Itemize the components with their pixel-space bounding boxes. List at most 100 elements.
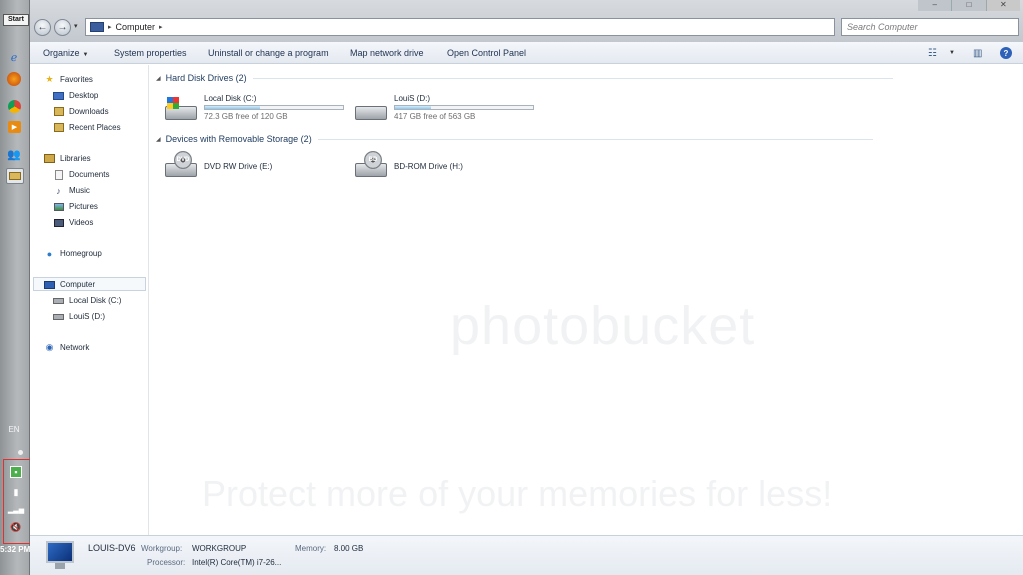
local-disk-icon (53, 296, 64, 306)
videos-icon (53, 218, 64, 228)
signal-icon[interactable]: ▂▃▅ (8, 504, 24, 516)
drive-louis-d[interactable]: LouiS (D:) 417 GB free of 563 GB (354, 94, 534, 130)
computer-icon (44, 280, 55, 290)
watermark: photobucket (450, 296, 756, 356)
nav-label: Local Disk (C:) (69, 296, 122, 305)
taskbar: Start ℯ ▶ 👥 EN ▪ ▮ ▂▃▅ 🔇 5:32 PM (0, 0, 33, 575)
nav-label: Desktop (69, 91, 99, 100)
show-hidden-icons[interactable] (18, 450, 23, 455)
processor-value: Intel(R) Core(TM) i7-26... (192, 558, 282, 567)
drive-free-space: 72.3 GB free of 120 GB (204, 112, 288, 121)
nav-label: Recent Places (69, 123, 121, 132)
nav-favorites[interactable]: ★ Favorites (44, 73, 92, 86)
workgroup-label: Workgroup: (141, 544, 183, 553)
navigation-pane: ★ Favorites Desktop Downloads Recent Pla… (30, 65, 149, 535)
address-bar[interactable]: ▸ Computer ▸ (85, 18, 835, 36)
nav-desktop[interactable]: Desktop (53, 89, 98, 102)
nav-libraries[interactable]: Libraries (44, 152, 91, 165)
chrome-icon[interactable] (5, 97, 23, 115)
pc-name: LOUIS-DV6 (88, 543, 136, 553)
back-button[interactable]: ← (34, 19, 51, 36)
group-hard-disk-drives[interactable]: ◢ Hard Disk Drives (2) (156, 72, 893, 84)
homegroup-icon: ● (46, 248, 53, 259)
open-control-panel-button[interactable]: Open Control Panel (447, 48, 526, 58)
dvd-drive-icon: DVD (164, 151, 198, 181)
recent-places-icon (53, 123, 64, 133)
nav-louis-drive[interactable]: LouiS (D:) (53, 310, 105, 323)
nav-label: Music (69, 186, 90, 195)
map-network-drive-button[interactable]: Map network drive (350, 48, 424, 58)
watermark-tagline: Protect more of your memories for less! (202, 473, 833, 514)
firefox-icon[interactable] (7, 72, 21, 86)
nav-label: Videos (69, 218, 94, 227)
music-icon: ♪ (56, 185, 61, 196)
libraries-icon (44, 154, 55, 164)
group-label: Hard Disk Drives (2) (165, 73, 247, 83)
network-icon: ◉ (45, 342, 54, 352)
explorer-window: – □ ✕ ← → ▾ ▸ Computer ▸ Search Computer… (30, 0, 1023, 575)
minimize-button[interactable]: – (918, 0, 953, 11)
volume-muted-icon[interactable]: 🔇 (10, 521, 22, 533)
nav-videos[interactable]: Videos (53, 216, 93, 229)
start-button[interactable]: Start (3, 14, 29, 26)
view-options-icon[interactable]: ☷ (928, 47, 937, 59)
chevron-down-icon[interactable]: ▼ (949, 47, 955, 59)
ie-icon[interactable]: ℯ (5, 48, 23, 66)
recent-pages-dropdown[interactable]: ▾ (74, 22, 78, 30)
hard-drive-icon (164, 94, 198, 124)
power-icon[interactable]: ▮ (10, 486, 22, 498)
forward-button[interactable]: → (54, 19, 71, 36)
nav-label: LouiS (D:) (69, 312, 106, 321)
close-button[interactable]: ✕ (986, 0, 1020, 11)
content-area: photobucket Protect more of your memorie… (150, 65, 1023, 535)
explorer-icon[interactable] (6, 168, 24, 184)
drive-name: DVD RW Drive (E:) (204, 162, 273, 171)
chevron-right-icon[interactable]: ▸ (108, 23, 112, 31)
memory-value: 8.00 GB (334, 544, 364, 553)
media-player-icon[interactable]: ▶ (8, 121, 21, 133)
system-properties-button[interactable]: System properties (114, 48, 187, 58)
clock[interactable]: 5:32 PM (0, 545, 30, 554)
nav-pictures[interactable]: Pictures (53, 200, 98, 213)
nav-documents[interactable]: Documents (53, 168, 109, 181)
breadcrumb-computer[interactable]: Computer (116, 22, 156, 32)
computer-icon (42, 541, 76, 571)
drive-local-disk-c[interactable]: Local Disk (C:) 72.3 GB free of 120 GB (164, 94, 344, 130)
nav-label: Computer (60, 280, 96, 289)
nav-recent-places[interactable]: Recent Places (53, 121, 121, 134)
action-center-icon[interactable]: ▪ (10, 466, 22, 478)
drive-name: Local Disk (C:) (204, 94, 257, 103)
nav-computer[interactable]: Computer (44, 278, 95, 291)
pictures-icon (53, 202, 64, 212)
uninstall-program-button[interactable]: Uninstall or change a program (208, 48, 329, 58)
drive-usage-bar (204, 105, 344, 110)
organize-button[interactable]: Organize ▼ (43, 48, 88, 58)
drive-dvd-rw-e[interactable]: DVD DVD RW Drive (E:) (164, 151, 272, 187)
bd-drive-icon: BD (354, 151, 388, 181)
search-input[interactable]: Search Computer (841, 18, 1019, 36)
title-bar: – □ ✕ ← → ▾ ▸ Computer ▸ Search Computer (30, 0, 1023, 42)
nav-label: Network (60, 343, 90, 352)
users-icon[interactable]: 👥 (5, 145, 23, 163)
nav-label: Documents (69, 170, 110, 179)
nav-homegroup[interactable]: ● Homegroup (44, 247, 102, 260)
chevron-right-icon[interactable]: ▸ (159, 23, 163, 31)
command-bar: Organize ▼ System properties Uninstall or… (30, 42, 1023, 64)
nav-music[interactable]: ♪ Music (53, 184, 90, 197)
language-indicator[interactable]: EN (2, 425, 26, 434)
window-controls: – □ ✕ (918, 0, 1020, 11)
nav-local-disk[interactable]: Local Disk (C:) (53, 294, 121, 307)
drive-bd-rom-h[interactable]: BD BD-ROM Drive (H:) (354, 151, 463, 187)
hard-drive-icon (354, 94, 388, 124)
maximize-button[interactable]: □ (952, 0, 987, 11)
workgroup-value: WORKGROUP (192, 544, 247, 553)
help-icon[interactable]: ? (1000, 47, 1012, 59)
group-removable-storage[interactable]: ◢ Devices with Removable Storage (2) (156, 133, 873, 145)
memory-label: Memory: (295, 544, 327, 553)
preview-pane-icon[interactable]: ▥ (973, 47, 982, 59)
nav-network[interactable]: ◉ Network (44, 341, 90, 354)
nav-downloads[interactable]: Downloads (53, 105, 109, 118)
group-label: Devices with Removable Storage (2) (165, 134, 312, 144)
computer-icon (90, 22, 104, 32)
organize-label: Organize (43, 48, 80, 58)
